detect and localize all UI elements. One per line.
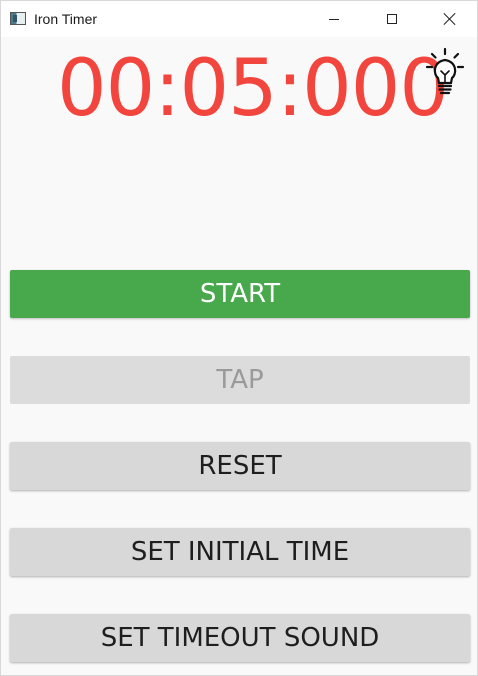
maximize-button[interactable] [363,1,421,37]
tap-button[interactable]: TAP [10,356,470,404]
set-timeout-sound-button[interactable]: SET TIMEOUT SOUND [10,614,470,662]
minimize-icon [329,18,339,20]
close-icon [444,13,456,25]
app-icon [10,12,26,25]
maximize-icon [387,14,397,24]
minimize-button[interactable] [305,1,363,37]
app-window: Iron Timer 00:05:000 START TAP RESET SET… [0,0,478,676]
lightbulb-icon-graphic [425,47,465,95]
close-button[interactable] [421,1,478,37]
lightbulb-icon[interactable] [425,47,465,99]
window-title: Iron Timer [34,11,98,27]
reset-button[interactable]: RESET [10,442,470,490]
title-bar[interactable]: Iron Timer [1,1,477,37]
timer-display: 00:05:000 [57,44,449,134]
set-initial-time-button[interactable]: SET INITIAL TIME [10,528,470,576]
start-button[interactable]: START [10,270,470,318]
